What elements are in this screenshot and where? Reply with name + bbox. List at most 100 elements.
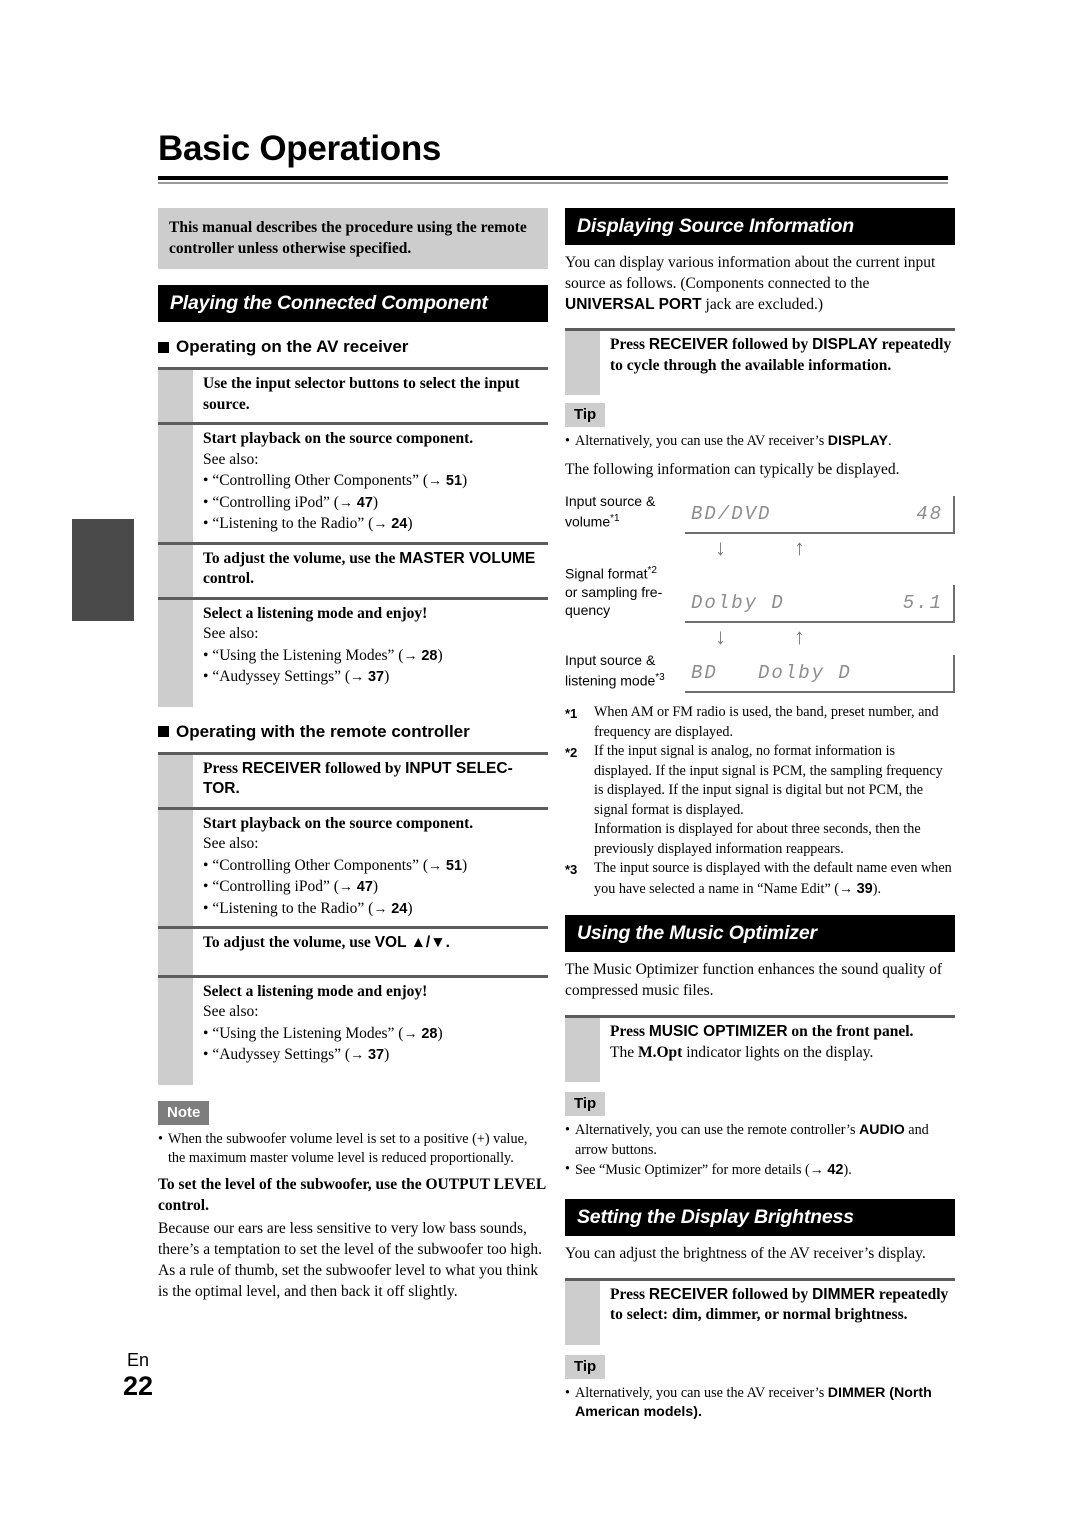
manual-page: Basic Operations This manual describes t… [0, 0, 1080, 1527]
see-also-label: See also: [203, 1003, 259, 1020]
step-title: Press MUSIC OPTIMIZER on the front panel… [610, 1023, 914, 1041]
arrow-down-icon: ↓ [715, 623, 726, 649]
lcd-display-panel: Dolby D 5.1 [685, 584, 955, 623]
step-subtext: The M.Opt indicator lights on the displa… [610, 1043, 874, 1061]
steps-display-brightness: Press RECEIVER followed by DIMMER repeat… [565, 1277, 955, 1345]
title-divider [158, 176, 948, 184]
margin-thumb-tab [72, 519, 134, 621]
steps-music-optimizer: Press MUSIC OPTIMIZER on the front panel… [565, 1015, 955, 1083]
manual-notice: This manual describes the procedure usin… [158, 208, 548, 269]
step-gutter [158, 809, 193, 926]
lcd-display-panel: BD/DVD 48 [685, 496, 955, 535]
subheading-operating-av-receiver: Operating on the AV receiver [158, 336, 548, 358]
steps-gutter-tail [565, 1332, 600, 1345]
diagram-row: Input source & volume*1 BD/DVD 48 [565, 492, 955, 535]
page-arrow-icon: → [809, 1161, 824, 1178]
bullet-dot-icon: • [158, 1130, 163, 1147]
step-gutter [158, 370, 193, 422]
step-title: To adjust the volume, use VOL ▲/▼. [203, 934, 450, 951]
step-title: Press RECEIVER followed by DIMMER repeat… [610, 1285, 949, 1324]
see-also-item: • “Controlling iPod” (→ 47) [203, 878, 379, 895]
step-item: Press RECEIVER followed by INPUT SELEC-T… [158, 751, 548, 807]
footnote-mark: *3 [565, 862, 578, 878]
bullet-dot-icon: • [565, 433, 570, 449]
section-heading-music-optimizer: Using the Music Optimizer [565, 915, 955, 953]
tip-item: • Alternatively, you can use the AV rece… [565, 1384, 955, 1423]
step-title: Select a listening mode and enjoy! [203, 604, 428, 622]
step-item: To adjust the volume, use the MASTER VOL… [158, 541, 548, 597]
arrow-up-icon: ↑ [794, 535, 805, 561]
step-title: Start playback on the source component. [203, 814, 474, 832]
page-footer: En 22 [108, 1350, 168, 1401]
page-arrow-icon: → [403, 646, 418, 663]
note-item: • When the subwoofer volume level is set… [158, 1130, 548, 1169]
note-badge: Note [158, 1100, 210, 1125]
steps-remote-controller: Press RECEIVER followed by INPUT SELEC-T… [158, 751, 548, 1085]
tip-list: • Alternatively, you can use the AV rece… [565, 1384, 955, 1423]
step-title: Press RECEIVER followed by INPUT SELEC-T… [203, 759, 513, 798]
step-item: Press MUSIC OPTIMIZER on the front panel… [565, 1015, 955, 1071]
step-gutter [158, 754, 193, 807]
subwoofer-body: Because our ears are less sensitive to v… [158, 1219, 542, 1300]
footnote-mark: *1 [565, 706, 578, 722]
step-item: Use the input selector buttons to select… [158, 367, 548, 422]
step-title: Use the input selector buttons to select… [203, 375, 520, 413]
subheading-operating-remote: Operating with the remote controller [158, 721, 548, 743]
step-gutter [158, 599, 193, 695]
step-body: Use the input selector buttons to select… [193, 370, 548, 422]
lcd-left-text: BD/DVD [691, 503, 772, 526]
tip-list: • Alternatively, you can use the AV rece… [565, 432, 955, 452]
step-item: Start playback on the source component. … [158, 422, 548, 542]
see-also-item: • “Audyssey Settings” (→ 37) [203, 668, 390, 685]
step-gutter [565, 331, 600, 383]
lcd-right-text: 48 [916, 503, 943, 526]
page-arrow-icon: → [839, 879, 854, 896]
page-arrow-icon: → [350, 668, 365, 684]
see-also-label: See also: [203, 450, 259, 468]
bullet-dot-icon: • [565, 1122, 570, 1139]
source-info-intro: You can display various information abou… [565, 254, 936, 313]
footnote-item: *3 The input source is displayed with th… [565, 859, 955, 899]
footnote-text: If the input signal is analog, no format… [594, 743, 943, 818]
title-block: Basic Operations [158, 128, 948, 184]
lcd-display-panel: BD Dolby D [685, 655, 955, 694]
lcd-right-text: 5.1 [902, 591, 943, 614]
tip-list: • Alternatively, you can use the remote … [565, 1121, 955, 1181]
step-body: Press RECEIVER followed by INPUT SELEC-T… [193, 755, 548, 807]
see-also-item: • “Controlling iPod” (→ 47) [203, 493, 379, 511]
tip-badge: Tip [565, 1354, 606, 1379]
see-also-item: • “Using the Listening Modes” (→ 28) [203, 646, 443, 664]
page-arrow-icon: → [428, 472, 442, 488]
footnote-text: When AM or FM radio is used, the band, p… [594, 704, 939, 740]
step-body: To adjust the volume, use the MASTER VOL… [193, 545, 548, 597]
music-optimizer-intro: The Music Optimizer function enhances th… [565, 961, 943, 1000]
right-column: Displaying Source Information You can di… [565, 208, 955, 1423]
see-also-item: • “Listening to the Radio” (→ 24) [203, 899, 413, 917]
tip-block-source-info: Tip • Alternatively, you can use the AV … [565, 403, 955, 452]
steps-av-receiver: Use the input selector buttons to select… [158, 367, 548, 707]
diagram-row-label: Input source & listening mode*3 [565, 651, 665, 689]
page-arrow-icon: → [350, 1046, 365, 1062]
step-item: Press RECEIVER followed by DIMMER repeat… [565, 1277, 955, 1333]
step-body: Press RECEIVER followed by DISPLAY repea… [600, 331, 955, 383]
page-arrow-icon: → [338, 493, 353, 510]
tip-block-music-optimizer: Tip • Alternatively, you can use the rem… [565, 1092, 955, 1181]
step-body: To adjust the volume, use VOL ▲/▼. [193, 929, 548, 975]
step-body: Select a listening mode and enjoy! See a… [193, 978, 548, 1073]
diagram-arrow-pair: ↓ ↑ [565, 534, 955, 562]
arrow-up-icon: ↑ [794, 623, 805, 649]
diagram-row: Signal format*2 or sampling fre- quency … [565, 562, 955, 623]
tip-item: • Alternatively, you can use the AV rece… [565, 432, 955, 452]
steps-gutter-tail [565, 1070, 600, 1083]
display-brightness-intro: You can adjust the brightness of the AV … [565, 1244, 926, 1262]
diagram-row-label: Signal format*2 or sampling fre- quency [565, 565, 663, 618]
tip-badge: Tip [565, 403, 606, 427]
footnote-mark: *2 [565, 745, 578, 761]
step-body: Start playback on the source component. … [193, 425, 548, 542]
page-title: Basic Operations [158, 129, 442, 168]
steps-gutter-tail [565, 383, 600, 395]
step-body: Start playback on the source component. … [193, 810, 548, 927]
bullet-dot-icon: • [565, 1161, 570, 1178]
tip-block-display-brightness: Tip • Alternatively, you can use the AV … [565, 1354, 955, 1423]
display-cycle-diagram: Input source & volume*1 BD/DVD 48 ↓ ↑ Si… [565, 492, 955, 694]
